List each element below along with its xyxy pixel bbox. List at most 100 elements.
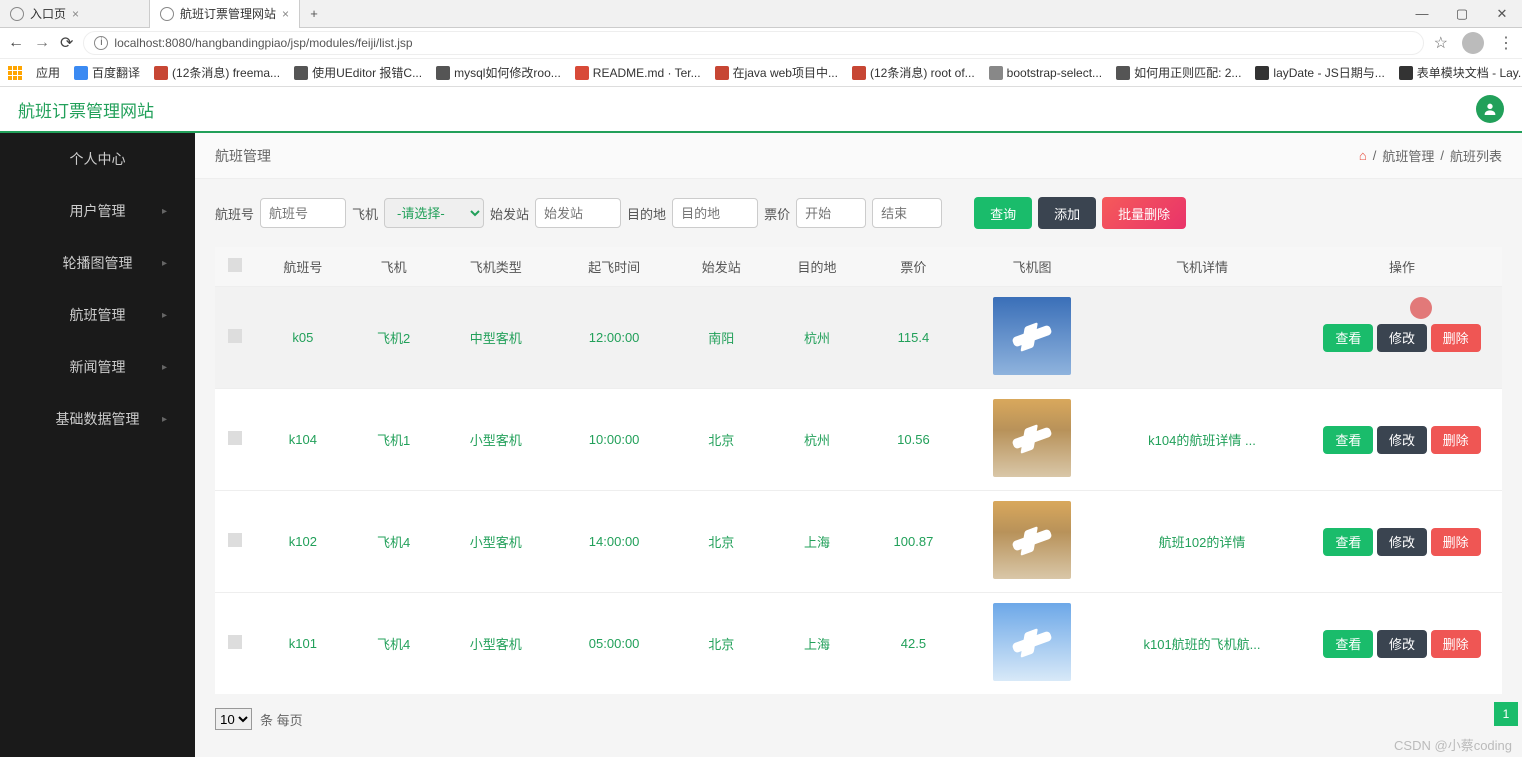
plane-image[interactable] (993, 297, 1071, 375)
cell-image (962, 389, 1102, 491)
col-type: 飞机类型 (437, 247, 555, 287)
forward-icon[interactable]: → (34, 34, 50, 52)
tab-label: 入口页 (30, 5, 66, 22)
edit-button[interactable]: 修改 (1377, 324, 1427, 352)
star-icon[interactable]: ☆ (1434, 33, 1448, 53)
cell-detail (1102, 287, 1302, 389)
checkbox[interactable] (228, 431, 242, 445)
bookmark[interactable]: 百度翻译 (74, 64, 140, 81)
table-row: k104飞机1小型客机10:00:00北京杭州10.56k104的航班详情 ..… (215, 389, 1502, 491)
query-button[interactable]: 查询 (974, 197, 1032, 229)
info-icon[interactable]: i (94, 36, 108, 50)
new-tab-button[interactable]: + (300, 6, 328, 21)
plane-image[interactable] (993, 603, 1071, 681)
maximize-icon[interactable]: ▢ (1442, 6, 1482, 22)
sidebar-item-carousel[interactable]: 轮播图管理▸ (0, 237, 195, 289)
bookmark[interactable]: 表单模块文档 - Lay... (1399, 64, 1522, 81)
plane-image[interactable] (993, 399, 1071, 477)
tab-entry[interactable]: 入口页 × (0, 0, 150, 28)
edit-button[interactable]: 修改 (1377, 630, 1427, 658)
bookmark[interactable]: 在java web项目中... (715, 64, 838, 81)
cell-image (962, 287, 1102, 389)
checkbox[interactable] (228, 533, 242, 547)
cell-plane: 飞机4 (351, 491, 437, 593)
cell-time: 14:00:00 (555, 491, 673, 593)
sidebar-item-news[interactable]: 新闻管理▸ (0, 341, 195, 393)
cell-dep: 北京 (673, 491, 769, 593)
col-price: 票价 (865, 247, 962, 287)
minimize-icon[interactable]: — (1402, 6, 1442, 22)
price-start-input[interactable] (796, 198, 866, 228)
view-button[interactable]: 查看 (1323, 630, 1373, 658)
edit-button[interactable]: 修改 (1377, 426, 1427, 454)
close-icon[interactable]: × (282, 7, 289, 21)
table-row: k05飞机2中型客机12:00:00南阳杭州115.4查看 修改 删除 (215, 287, 1502, 389)
edit-button[interactable]: 修改 (1377, 528, 1427, 556)
cell-ops: 查看 修改 删除 (1302, 389, 1502, 491)
menu-icon[interactable]: ⋮ (1498, 33, 1514, 53)
dest-input[interactable] (672, 198, 758, 228)
view-button[interactable]: 查看 (1323, 426, 1373, 454)
close-icon[interactable]: ✕ (1482, 6, 1522, 22)
user-button[interactable] (1476, 95, 1504, 123)
delete-button[interactable]: 删除 (1431, 630, 1481, 658)
page-indicator[interactable]: 1 (1494, 702, 1518, 726)
checkbox-all[interactable] (228, 258, 242, 272)
checkbox[interactable] (228, 329, 242, 343)
cell-plane: 飞机4 (351, 593, 437, 695)
sidebar-item-flight[interactable]: 航班管理▸ (0, 289, 195, 341)
cell-flight-no: k104 (255, 389, 351, 491)
cell-ops: 查看 修改 删除 (1302, 593, 1502, 695)
address-bar[interactable]: i localhost:8080/hangbandingpiao/jsp/mod… (83, 31, 1423, 55)
bookmark[interactable]: 应用 (36, 64, 60, 81)
bookmark[interactable]: (12条消息) freema... (154, 64, 280, 81)
profile-icon[interactable] (1462, 32, 1484, 54)
bookmark[interactable]: layDate - JS日期与... (1255, 64, 1384, 81)
plane-label: 飞机 (352, 204, 378, 223)
col-time: 起飞时间 (555, 247, 673, 287)
cell-plane: 飞机1 (351, 389, 437, 491)
layout: 个人中心 用户管理▸ 轮播图管理▸ 航班管理▸ 新闻管理▸ 基础数据管理▸ 航班… (0, 133, 1522, 757)
price-end-input[interactable] (872, 198, 942, 228)
delete-button[interactable]: 删除 (1431, 528, 1481, 556)
home-icon[interactable]: ⌂ (1359, 148, 1367, 163)
col-dep: 始发站 (673, 247, 769, 287)
view-button[interactable]: 查看 (1323, 324, 1373, 352)
bookmark[interactable]: (12条消息) root of... (852, 64, 975, 81)
cell-flight-no: k101 (255, 593, 351, 695)
reload-icon[interactable]: ⟳ (60, 33, 73, 53)
view-button[interactable]: 查看 (1323, 528, 1373, 556)
flight-no-input[interactable] (260, 198, 346, 228)
dep-label: 始发站 (490, 204, 529, 223)
chevron-right-icon: ▸ (162, 258, 167, 269)
dep-input[interactable] (535, 198, 621, 228)
cell-price: 100.87 (865, 491, 962, 593)
bookmark[interactable]: README.md · Ter... (575, 66, 701, 80)
page-size-select[interactable]: 10 (215, 708, 252, 730)
cell-plane: 飞机2 (351, 287, 437, 389)
apps-icon[interactable] (8, 66, 22, 80)
cell-time: 05:00:00 (555, 593, 673, 695)
checkbox[interactable] (228, 635, 242, 649)
back-icon[interactable]: ← (8, 34, 24, 52)
col-image: 飞机图 (962, 247, 1102, 287)
cell-flight-no: k102 (255, 491, 351, 593)
bookmark[interactable]: bootstrap-select... (989, 66, 1102, 80)
delete-button[interactable]: 删除 (1431, 426, 1481, 454)
crumb-link[interactable]: 航班管理 (1382, 146, 1434, 165)
tab-active[interactable]: 航班订票管理网站 × (150, 0, 300, 28)
close-icon[interactable]: × (72, 7, 79, 21)
bookmark[interactable]: 如何用正则匹配: 2... (1116, 64, 1241, 81)
sidebar-item-users[interactable]: 用户管理▸ (0, 185, 195, 237)
tab-strip: 入口页 × 航班订票管理网站 × + — ▢ ✕ (0, 0, 1522, 28)
batch-delete-button[interactable]: 批量删除 (1102, 197, 1186, 229)
delete-button[interactable]: 删除 (1431, 324, 1481, 352)
app-header: 航班订票管理网站 (0, 87, 1522, 133)
add-button[interactable]: 添加 (1038, 197, 1096, 229)
plane-select[interactable]: -请选择- (384, 198, 484, 228)
bookmark[interactable]: mysql如何修改roo... (436, 64, 561, 81)
sidebar-item-profile[interactable]: 个人中心 (0, 133, 195, 185)
sidebar-item-basedata[interactable]: 基础数据管理▸ (0, 393, 195, 445)
bookmark[interactable]: 使用UEditor 报错C... (294, 64, 422, 81)
plane-image[interactable] (993, 501, 1071, 579)
